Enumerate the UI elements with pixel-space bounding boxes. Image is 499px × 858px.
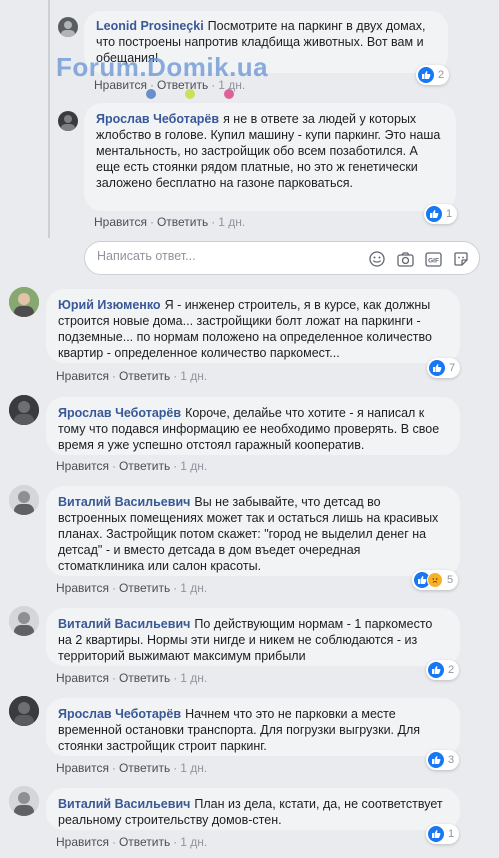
watermark-dots — [146, 89, 234, 99]
reply-thread-line — [48, 0, 50, 238]
camera-icon[interactable] — [395, 249, 415, 269]
watermark-dot — [146, 89, 156, 99]
watermark-logo: Forum.Domik.ua — [56, 52, 269, 82]
reaction-count: 7 — [449, 362, 456, 374]
reply-input[interactable] — [97, 249, 347, 263]
comment-bubble: Юрий Изюменко Я - инженер строитель, я в … — [46, 289, 460, 363]
avatar[interactable] — [9, 287, 39, 317]
comment-bubble: Виталий Васильевич Вы не забывайте, что д… — [46, 486, 460, 576]
like-link[interactable]: Нравится — [56, 671, 109, 685]
comment-bubble: Виталий Васильевич По действующим нормам … — [46, 608, 460, 666]
reply-link[interactable]: Ответить — [119, 835, 170, 849]
reaction-summary[interactable]: 5 — [412, 570, 459, 590]
thumbs-up-icon — [429, 360, 445, 376]
thumbs-up-icon — [428, 662, 444, 678]
like-link[interactable]: Нравится — [56, 581, 109, 595]
comment-actions: Нравится · Ответить · 1 дн. — [56, 671, 208, 685]
reaction-count: 2 — [448, 664, 455, 676]
smiley-icon[interactable] — [367, 249, 387, 269]
like-link[interactable]: Нравится — [56, 369, 109, 383]
comment-actions: Нравится · Ответить · 1 дн. — [56, 369, 208, 383]
comment-time[interactable]: 1 дн. — [180, 671, 207, 685]
reply-link[interactable]: Ответить — [119, 369, 170, 383]
comment-time[interactable]: 1 дн. — [218, 215, 245, 229]
like-link[interactable]: Нравится — [56, 459, 109, 473]
comment-time[interactable]: 1 дн. — [180, 369, 207, 383]
comment-bubble: Ярослав Чеботарёв я не в ответе за людей … — [84, 103, 456, 211]
reply-link[interactable]: Ответить — [119, 761, 170, 775]
comment-actions: Нравится · Ответить · 1 дн. — [56, 581, 208, 595]
comment-author[interactable]: Ярослав Чеботарёв — [58, 707, 181, 721]
reply-composer[interactable]: GIF — [84, 241, 480, 275]
composer-icons: GIF — [367, 249, 471, 269]
comment-author[interactable]: Виталий Васильевич — [58, 495, 190, 509]
reaction-count: 2 — [438, 69, 445, 81]
reply-link[interactable]: Ответить — [119, 581, 170, 595]
avatar[interactable] — [9, 786, 39, 816]
reply-link[interactable]: Ответить — [157, 215, 208, 229]
avatar[interactable] — [9, 485, 39, 515]
avatar[interactable] — [9, 696, 39, 726]
comment-author[interactable]: Ярослав Чеботарёв — [96, 112, 219, 126]
thumbs-up-icon — [426, 206, 442, 222]
like-link[interactable]: Нравится — [56, 761, 109, 775]
comment-bubble: Виталий Васильевич План из дела, кстати, … — [46, 788, 460, 830]
avatar[interactable] — [58, 17, 78, 37]
reply-link[interactable]: Ответить — [119, 459, 170, 473]
comment-author[interactable]: Ярослав Чеботарёв — [58, 406, 181, 420]
comment-author[interactable]: Юрий Изюменко — [58, 298, 161, 312]
reaction-count: 5 — [447, 574, 454, 586]
sticker-icon[interactable] — [451, 249, 471, 269]
comment-bubble: Ярослав Чеботарёв Короче, делайье что хот… — [46, 397, 460, 455]
avatar[interactable] — [58, 111, 78, 131]
reaction-summary[interactable]: 2 — [416, 65, 450, 85]
like-link[interactable]: Нравится — [56, 835, 109, 849]
comment-time[interactable]: 1 дн. — [180, 581, 207, 595]
thumbs-up-icon — [428, 752, 444, 768]
gif-icon[interactable]: GIF — [423, 249, 443, 269]
thumbs-up-icon — [428, 826, 444, 842]
comment-time[interactable]: 1 дн. — [180, 761, 207, 775]
comment-bubble: Ярослав Чеботарёв Начнем что это не парко… — [46, 698, 460, 756]
comment-actions: Нравится · Ответить · 1 дн. — [94, 215, 246, 229]
reply-link[interactable]: Ответить — [119, 671, 170, 685]
comment-actions: Нравится · Ответить · 1 дн. — [56, 459, 208, 473]
comment-author[interactable]: Виталий Васильевич — [58, 797, 190, 811]
reaction-summary[interactable]: 1 — [424, 204, 458, 224]
comment-actions: Нравится · Ответить · 1 дн. — [56, 835, 208, 849]
comment-author[interactable]: Виталий Васильевич — [58, 617, 190, 631]
reaction-count: 3 — [448, 754, 455, 766]
reaction-summary[interactable]: 1 — [426, 824, 460, 844]
reaction-summary[interactable]: 7 — [427, 358, 461, 378]
thumbs-up-icon — [418, 67, 434, 83]
reaction-summary[interactable]: 2 — [426, 660, 460, 680]
reaction-count: 1 — [448, 828, 455, 840]
comment-time[interactable]: 1 дн. — [180, 459, 207, 473]
avatar[interactable] — [9, 395, 39, 425]
reaction-count: 1 — [446, 208, 453, 220]
reaction-summary[interactable]: 3 — [426, 750, 460, 770]
comment-time[interactable]: 1 дн. — [180, 835, 207, 849]
avatar[interactable] — [9, 606, 39, 636]
watermark-dot — [224, 89, 234, 99]
watermark-dot — [185, 89, 195, 99]
comment-author[interactable]: Leonid Prosineçki — [96, 19, 204, 33]
sad-face-icon — [427, 572, 443, 588]
comment-actions: Нравится · Ответить · 1 дн. — [56, 761, 208, 775]
like-link[interactable]: Нравится — [94, 215, 147, 229]
svg-text:GIF: GIF — [428, 257, 439, 264]
